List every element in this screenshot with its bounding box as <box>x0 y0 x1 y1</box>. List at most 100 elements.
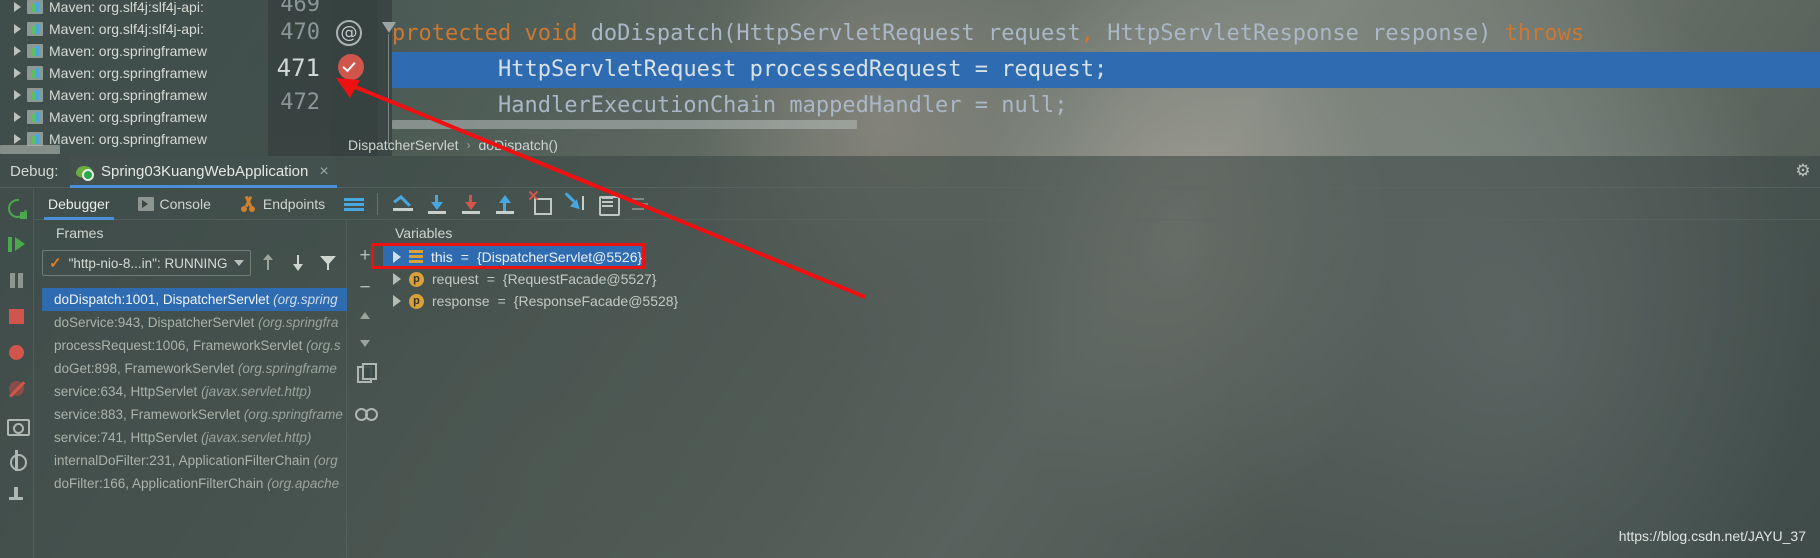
thread-selector-row: ✓ "http-nio-8...in": RUNNING <box>34 246 346 280</box>
frame-method: doDispatch:1001, DispatcherServlet <box>54 292 274 307</box>
step-out-button[interactable] <box>488 188 522 220</box>
force-step-into-button[interactable] <box>522 188 556 220</box>
debug-session-tab[interactable]: Spring03KuangWebApplication × <box>70 155 337 188</box>
variable-value: {RequestFacade@5527} <box>502 271 657 287</box>
expand-triangle-icon[interactable] <box>14 112 21 122</box>
layout-settings-button[interactable] <box>624 188 658 220</box>
tree-item-label: Maven: org.springframew <box>49 109 207 125</box>
variable-name: response <box>432 293 490 309</box>
code-line-472[interactable]: HandlerExecutionChain mappedHandler = nu… <box>392 88 1820 124</box>
frames-title: Frames <box>56 225 104 241</box>
move-down-button[interactable] <box>354 332 376 354</box>
gear-icon[interactable]: ⚙ <box>1794 162 1812 180</box>
code-line-470[interactable]: protected void doDispatch(HttpServletReq… <box>392 16 1820 52</box>
tab-console[interactable]: Console <box>124 188 225 220</box>
breadcrumb-method[interactable]: doDispatch() <box>479 137 558 153</box>
settings-button[interactable] <box>6 450 28 472</box>
tree-item[interactable]: Maven: org.springframew <box>0 62 268 84</box>
frames-filter-button[interactable] <box>315 250 341 276</box>
expand-triangle-icon[interactable] <box>14 134 21 144</box>
frame-item[interactable]: processRequest:1006, FrameworkServlet (o… <box>42 334 347 357</box>
tab-endpoints-label: Endpoints <box>262 195 326 212</box>
move-up-button[interactable] <box>354 304 376 326</box>
tree-item[interactable]: Maven: org.slf4j:slf4j-api: <box>0 18 268 40</box>
frame-item[interactable]: internalDoFilter:231, ApplicationFilterC… <box>42 449 347 472</box>
frames-down-button[interactable] <box>285 250 311 276</box>
variable-row-request[interactable]: p request = {RequestFacade@5527} <box>383 268 1820 290</box>
pin-tab-button[interactable] <box>6 486 28 508</box>
tree-item[interactable]: Maven: org.springframew <box>0 84 268 106</box>
mute-breakpoints-button[interactable] <box>6 378 28 400</box>
variable-equals: = <box>486 271 495 287</box>
expand-triangle-icon[interactable] <box>14 68 21 78</box>
expand-triangle-icon[interactable] <box>393 251 401 263</box>
frame-item[interactable]: doFilter:166, ApplicationFilterChain (or… <box>42 472 347 495</box>
code-token-plain: doDispatch(HttpServletRequest request <box>590 21 1081 46</box>
tree-item-label: Maven: org.springframew <box>49 87 207 103</box>
frame-item[interactable]: doDispatch:1001, DispatcherServlet (org.… <box>42 288 347 311</box>
pause-program-button[interactable] <box>6 270 28 292</box>
editor-horizontal-scrollbar[interactable] <box>392 120 857 129</box>
tab-debugger[interactable]: Debugger <box>34 188 124 220</box>
line-number: 472 <box>280 90 320 115</box>
breakpoint-icon[interactable] <box>338 54 364 80</box>
variable-equals: = <box>497 293 506 309</box>
code-token-plain: HandlerExecutionChain mappedHandler = nu… <box>497 93 1068 118</box>
close-icon[interactable]: × <box>315 163 328 180</box>
add-watch-button[interactable]: + <box>354 246 376 268</box>
frame-item[interactable]: service:883, FrameworkServlet (org.sprin… <box>42 403 347 426</box>
editor-icon-gutter[interactable]: @ <box>330 0 378 156</box>
frame-method: internalDoFilter:231, ApplicationFilterC… <box>54 453 314 468</box>
expand-triangle-icon[interactable] <box>14 2 21 12</box>
toolbar-divider <box>377 192 379 215</box>
chevron-down-icon[interactable] <box>234 260 245 266</box>
stop-button[interactable] <box>6 306 28 328</box>
frame-item[interactable]: service:741, HttpServlet (javax.servlet.… <box>42 426 347 449</box>
expand-triangle-icon[interactable] <box>14 90 21 100</box>
show-execution-point-button[interactable] <box>386 188 420 220</box>
variable-row-response[interactable]: p response = {ResponseFacade@5528} <box>383 290 1820 312</box>
frame-item[interactable]: doService:943, DispatcherServlet (org.sp… <box>42 311 347 334</box>
variable-row-this[interactable]: this = {DispatcherServlet@5526} <box>383 246 643 268</box>
tree-item[interactable]: Maven: org.springframew <box>0 40 268 62</box>
frames-up-button[interactable] <box>255 250 281 276</box>
step-into-button[interactable] <box>454 188 488 220</box>
run-to-cursor-button[interactable] <box>556 188 590 220</box>
tab-endpoints[interactable]: Endpoints <box>225 188 339 220</box>
frames-list[interactable]: doDispatch:1001, DispatcherServlet (org.… <box>42 288 347 556</box>
copy-value-button[interactable] <box>354 362 377 384</box>
project-tool-window[interactable]: Maven: org.slf4j:slf4j-api: Maven: org.s… <box>0 0 268 156</box>
view-breakpoints-button[interactable] <box>6 342 28 364</box>
frames-panel: Frames ✓ "http-nio-8...in": RUNNING doDi… <box>34 220 347 558</box>
screenshot-button[interactable] <box>6 414 30 436</box>
variables-title: Variables <box>395 225 453 241</box>
frame-item[interactable]: doGet:898, FrameworkServlet (org.springf… <box>42 357 347 380</box>
code-line-471-current[interactable]: HttpServletRequest processedRequest = re… <box>392 52 1820 88</box>
breadcrumb-class[interactable]: DispatcherServlet <box>348 137 459 153</box>
frame-item[interactable]: service:634, HttpServlet (javax.servlet.… <box>42 380 347 403</box>
annotation-at-icon[interactable]: @ <box>336 20 362 46</box>
breadcrumb-separator-icon: › <box>466 138 471 152</box>
breadcrumb[interactable]: DispatcherServlet › doDispatch() <box>330 134 1820 156</box>
step-over-button[interactable] <box>420 188 454 220</box>
expand-triangle-icon[interactable] <box>393 295 401 307</box>
code-token-keyword: protected <box>392 21 525 46</box>
expand-triangle-icon[interactable] <box>14 46 21 56</box>
thread-selector[interactable]: ✓ "http-nio-8...in": RUNNING <box>42 250 252 276</box>
binoculars-icon[interactable] <box>354 402 378 424</box>
tree-item[interactable]: Maven: org.springframew <box>0 106 268 128</box>
tree-item[interactable]: Maven: org.slf4j:slf4j-api: <box>0 0 268 18</box>
resume-program-button[interactable] <box>6 234 28 256</box>
expand-triangle-icon[interactable] <box>14 24 21 34</box>
code-editor[interactable]: protected void doDispatch(HttpServletReq… <box>392 0 1820 156</box>
spring-boot-icon <box>76 163 94 181</box>
expand-triangle-icon[interactable] <box>393 273 401 285</box>
evaluate-expression-button[interactable] <box>590 188 624 220</box>
remove-watch-button[interactable]: − <box>354 278 376 300</box>
project-tree-horizontal-scrollbar[interactable] <box>0 145 60 154</box>
layout-menu-button[interactable] <box>339 188 369 220</box>
tree-item-label: Maven: org.springframew <box>49 131 207 147</box>
frame-package: (org.spring <box>273 292 338 307</box>
rerun-button[interactable] <box>6 198 28 220</box>
frame-package: (org.springframe <box>243 407 343 422</box>
